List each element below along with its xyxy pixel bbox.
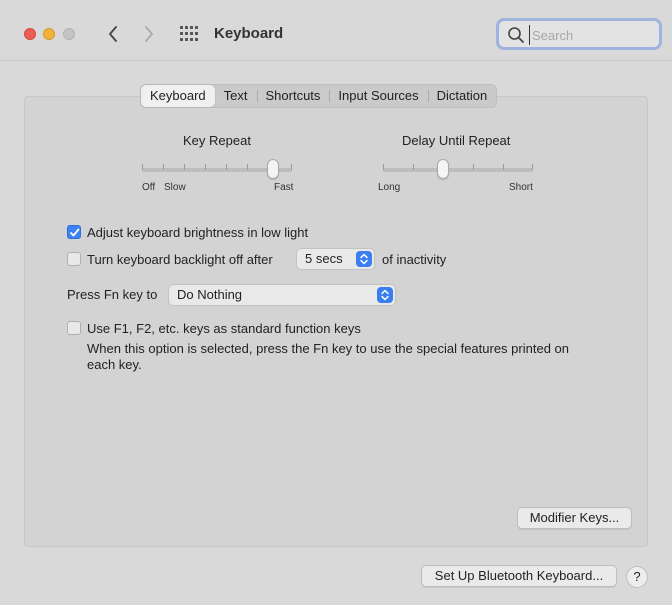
slider-tick [291,164,292,170]
slider-tick [184,164,185,170]
tab-shortcuts[interactable]: Shortcuts [256,85,330,107]
key-repeat-label: Key Repeat [183,133,251,148]
search-input[interactable] [529,25,653,45]
fn-key-label: Press Fn key to [67,287,158,302]
checkmark-icon [70,228,80,237]
chevron-right-icon [145,26,153,42]
back-button[interactable] [102,22,124,46]
slider-tick [226,164,227,170]
slider-tick [413,164,414,170]
delay-until-repeat-label: Delay Until Repeat [402,133,511,148]
zoom-window-button[interactable] [63,28,75,40]
tab-input-sources[interactable]: Input Sources [329,85,427,107]
show-all-button[interactable] [178,24,200,44]
adjust-brightness-checkbox[interactable] [67,225,81,239]
popup-arrows-icon [356,251,372,267]
slider-tick [383,164,384,170]
backlight-duration-value: 5 secs [305,251,343,266]
delay-track [383,168,533,172]
delay-until-repeat-knob[interactable] [437,159,449,179]
close-window-button[interactable] [24,28,36,40]
tab-text[interactable]: Text [215,85,257,107]
grid-icon [180,26,198,41]
magnifying-glass-icon [508,27,524,43]
backlight-off-label: Turn keyboard backlight off after [87,252,273,267]
slider-tick [247,164,248,170]
modifier-keys-button[interactable]: Modifier Keys... [517,507,632,529]
help-button[interactable]: ? [626,566,648,588]
slider-tick [163,164,164,170]
title-bar: Keyboard [0,0,672,60]
popup-arrows-icon [377,287,393,303]
tab-bar: Keyboard Text Shortcuts Input Sources Di… [140,84,498,108]
keyboard-preferences-window: Keyboard Keyboard Text Shortcuts Input S… [0,0,672,605]
minimize-window-button[interactable] [43,28,55,40]
key-repeat-knob[interactable] [267,159,280,179]
window-title: Keyboard [214,25,284,42]
fn-key-action-popup[interactable]: Do Nothing [168,284,396,306]
tab-keyboard[interactable]: Keyboard [141,85,215,107]
chevron-left-icon [109,26,117,42]
backlight-off-checkbox[interactable] [67,252,81,266]
slider-tick [473,164,474,170]
slider-tick [205,164,206,170]
standard-function-keys-label: Use F1, F2, etc. keys as standard functi… [87,321,361,336]
title-bar-divider [0,60,672,61]
adjust-brightness-label: Adjust keyboard brightness in low light [87,225,309,240]
fn-key-action-value: Do Nothing [177,287,243,302]
key-repeat-fast-label: Fast [274,182,294,193]
slider-tick [142,164,143,170]
forward-button[interactable] [138,22,160,46]
backlight-duration-popup[interactable]: 5 secs [296,248,375,270]
search-field[interactable] [496,18,662,50]
inactivity-label: of inactivity [382,252,447,267]
slider-tick [532,164,533,170]
delay-long-label: Long [378,182,401,193]
slider-tick [503,164,504,170]
key-repeat-slow-label: Slow [164,182,186,193]
delay-short-label: Short [509,182,533,193]
function-keys-description-line1: When this option is selected, press the … [87,341,569,356]
set-up-bluetooth-keyboard-button[interactable]: Set Up Bluetooth Keyboard... [421,565,617,587]
key-repeat-off-label: Off [142,182,156,193]
function-keys-description-line2: each key. [87,357,142,372]
tab-dictation[interactable]: Dictation [427,85,497,107]
standard-function-keys-checkbox[interactable] [67,321,81,335]
